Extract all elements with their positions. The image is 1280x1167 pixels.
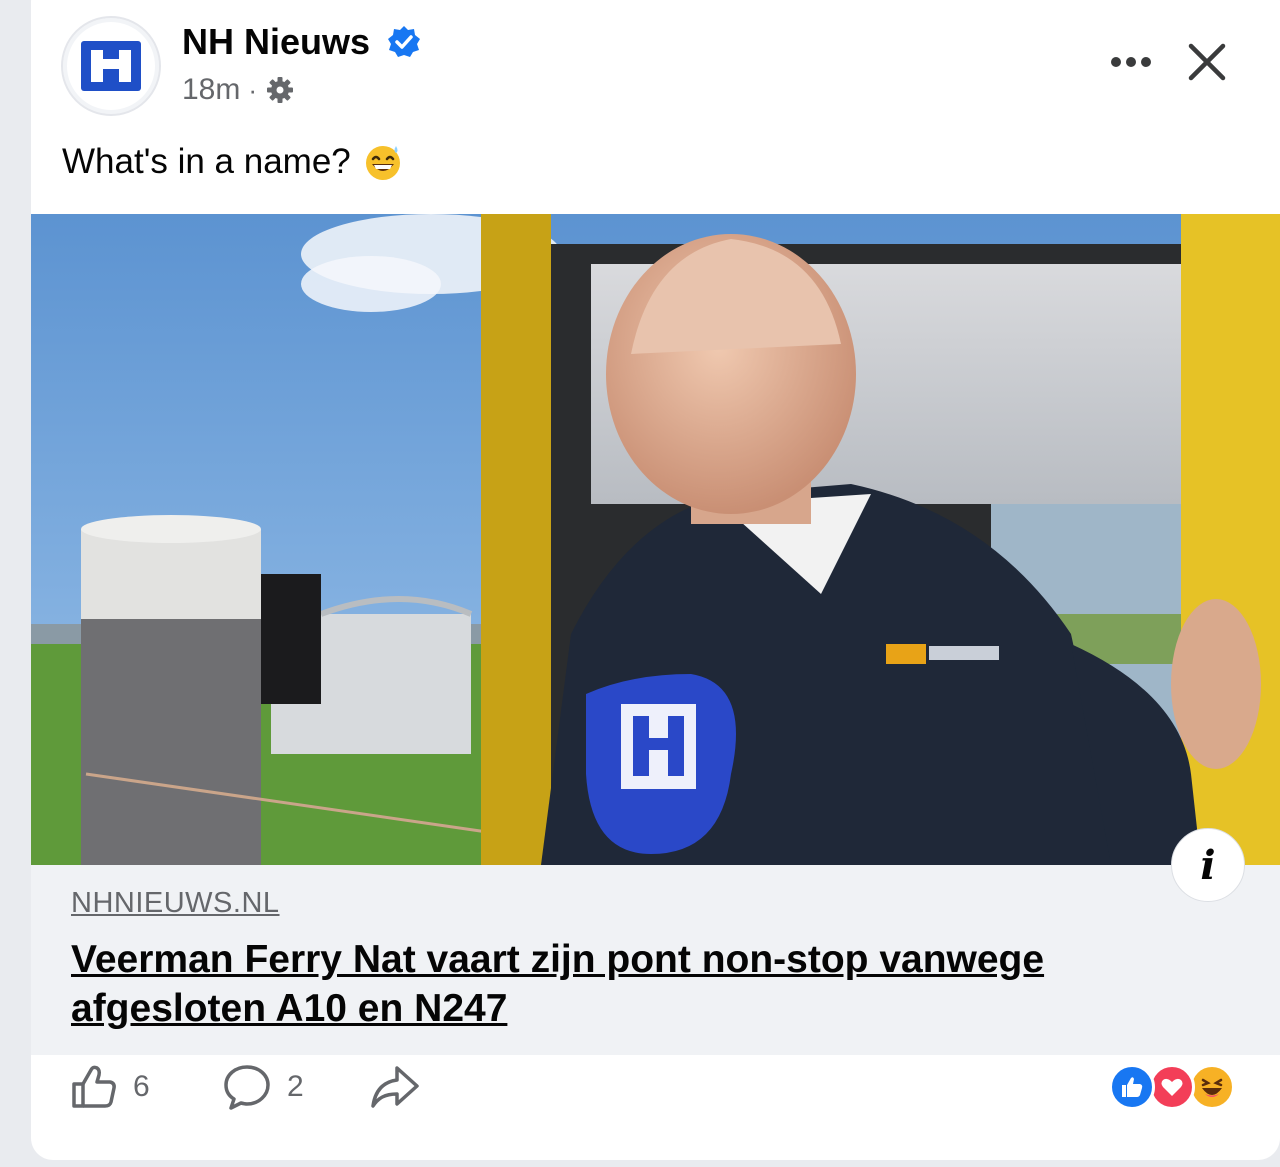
share-icon: [371, 1066, 419, 1108]
post-message: What's in a name?: [62, 140, 403, 184]
comment-count: 2: [287, 1070, 304, 1103]
post-timestamp[interactable]: 18m: [182, 72, 240, 108]
grinning-face-with-sweat-emoji: [365, 146, 400, 180]
post-text: What's in a name?: [62, 142, 351, 181]
close-icon: [1188, 43, 1226, 81]
gear-icon: [267, 77, 294, 103]
like-button[interactable]: 6: [69, 1055, 150, 1119]
reactions-summary[interactable]: [1109, 1064, 1249, 1112]
info-button[interactable]: i: [1171, 828, 1245, 902]
page-name[interactable]: NH Nieuws: [182, 22, 370, 62]
page-avatar[interactable]: [61, 16, 161, 116]
love-reaction-icon: [1149, 1064, 1195, 1110]
post-meta: 18m ·: [182, 72, 295, 108]
verified-badge-icon: [388, 26, 420, 57]
post-card: NH Nieuws 18m · What's in a name? NHNIEU…: [31, 0, 1280, 1160]
share-button[interactable]: [369, 1055, 421, 1119]
more-options-button[interactable]: [1103, 38, 1159, 86]
post-actions: 6 2: [31, 1055, 1280, 1160]
link-preview[interactable]: NHNIEUWS.NL Veerman Ferry Nat vaart zijn…: [31, 865, 1280, 1055]
haha-reaction-icon: [1189, 1064, 1235, 1110]
ferry-interview-photo: [31, 214, 1280, 865]
comment-button[interactable]: 2: [221, 1055, 304, 1119]
more-icon: [1111, 57, 1151, 67]
like-count: 6: [133, 1070, 150, 1103]
link-preview-image[interactable]: [31, 214, 1280, 865]
close-button[interactable]: [1179, 38, 1235, 86]
thumbs-up-icon: [72, 1065, 116, 1108]
link-title[interactable]: Veerman Ferry Nat vaart zijn pont non-st…: [71, 935, 1171, 1033]
nh-logo-icon: [81, 41, 141, 91]
comment-icon: [224, 1065, 270, 1110]
like-reaction-icon: [1109, 1064, 1155, 1110]
link-domain[interactable]: NHNIEUWS.NL: [71, 887, 280, 920]
meta-separator: ·: [248, 75, 258, 105]
